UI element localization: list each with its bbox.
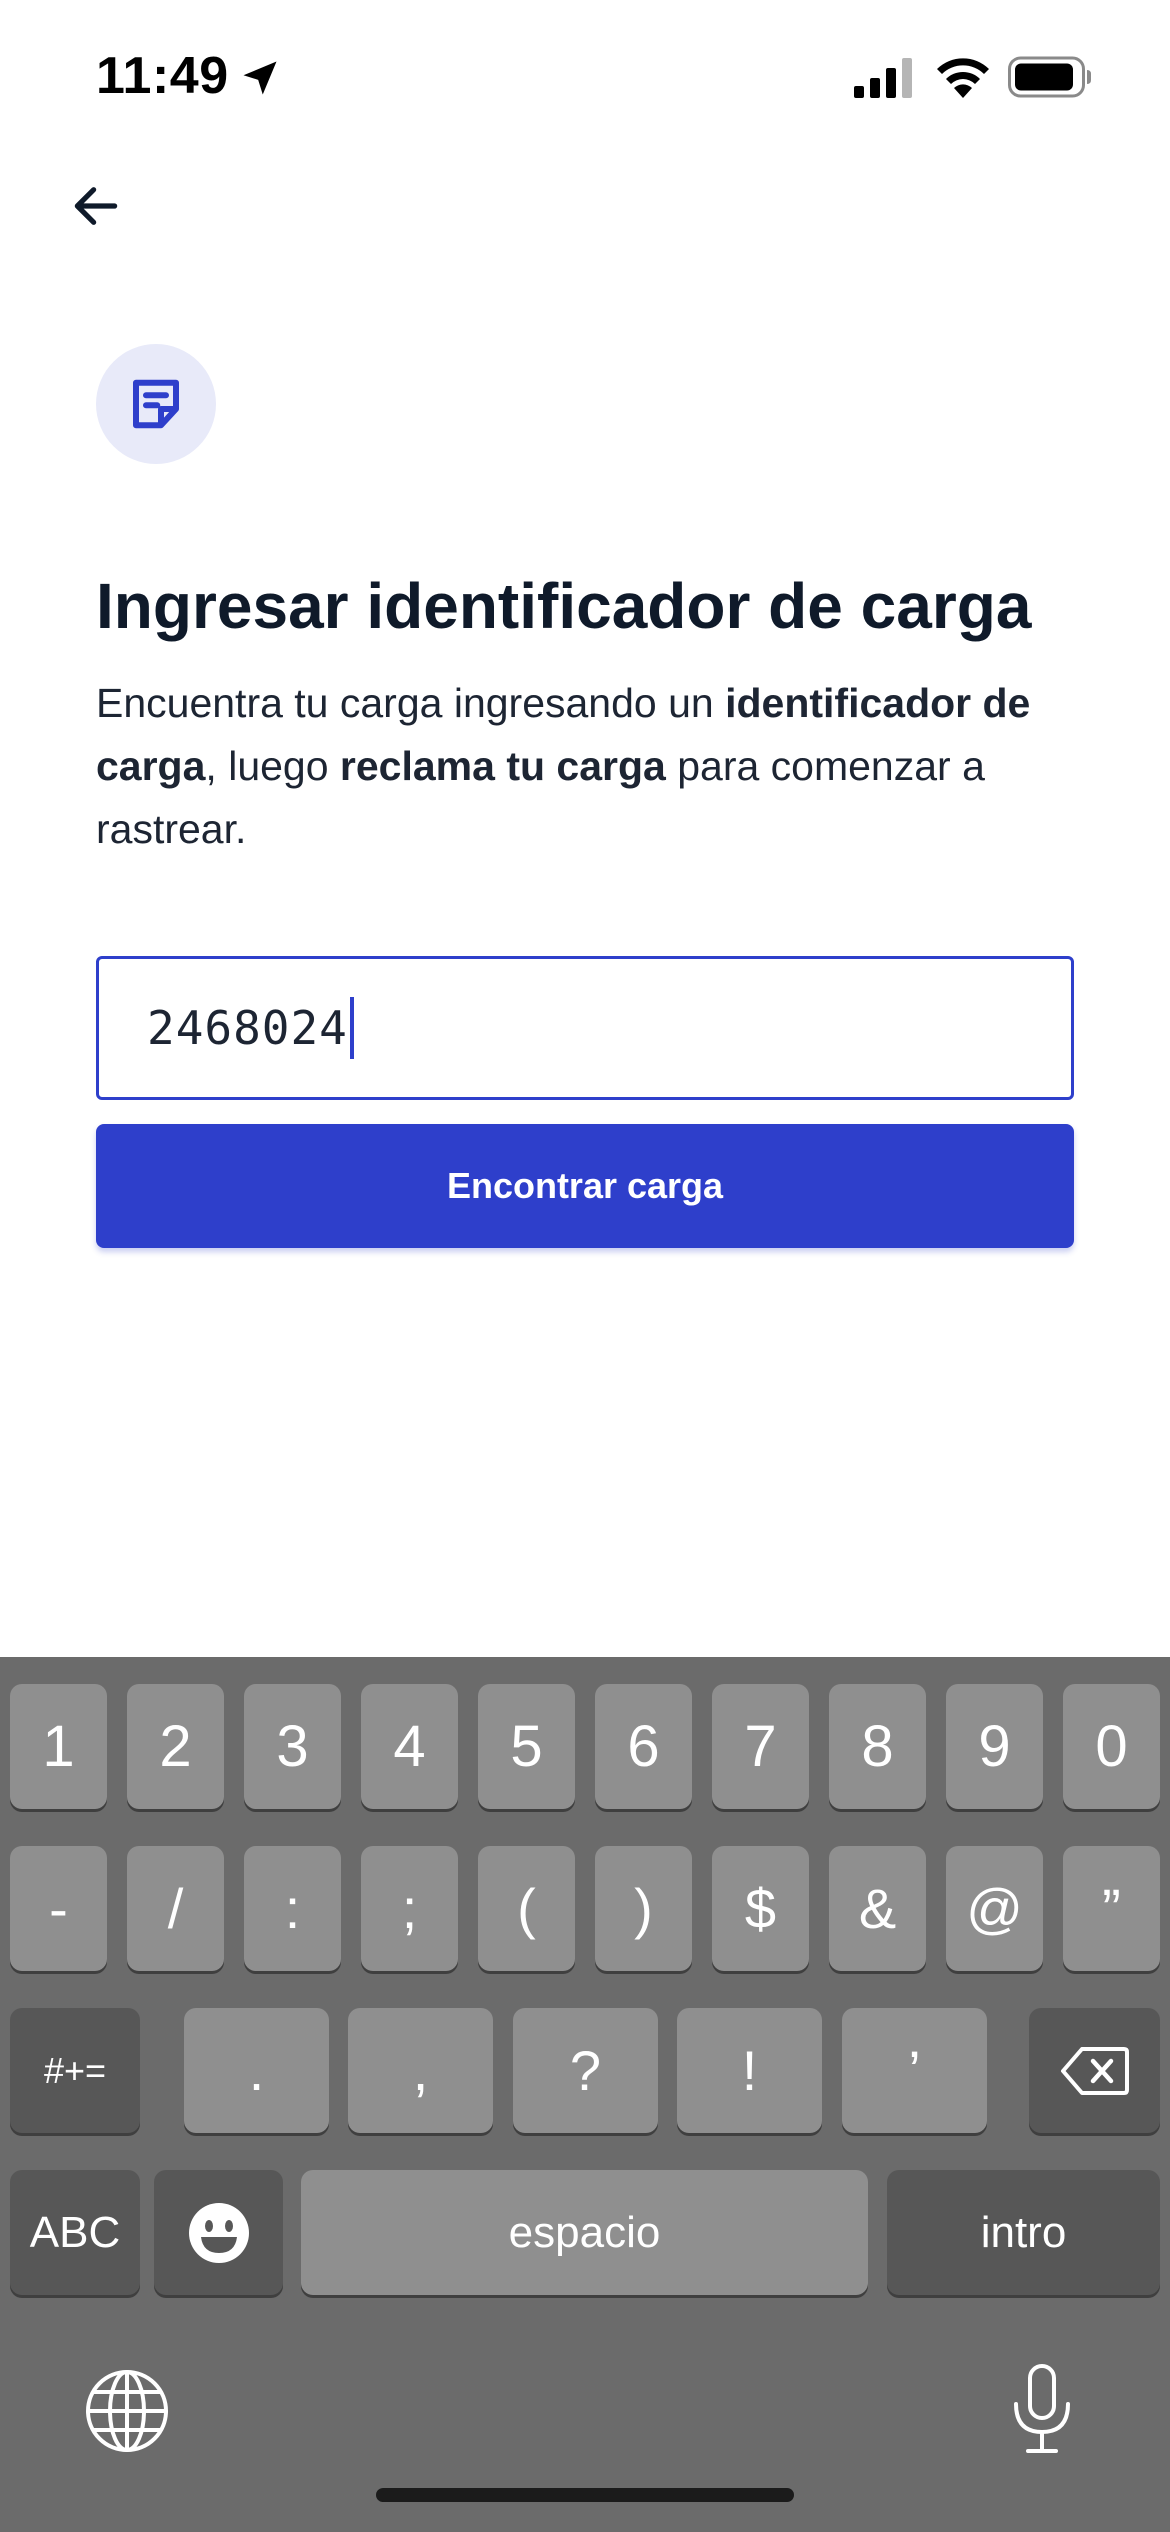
key-dollar[interactable]: $ — [712, 1846, 809, 1971]
key-5[interactable]: 5 — [478, 1684, 575, 1809]
key-at[interactable]: @ — [946, 1846, 1043, 1971]
key-0[interactable]: 0 — [1063, 1684, 1160, 1809]
status-bar: 11:49 — [0, 0, 1170, 150]
emoji-icon — [188, 2202, 249, 2263]
key-4[interactable]: 4 — [361, 1684, 458, 1809]
load-id-input-value: 2468024 — [147, 1001, 348, 1055]
emoji-key[interactable] — [154, 2170, 283, 2295]
key-paren-close[interactable]: ) — [595, 1846, 692, 1971]
space-key[interactable]: espacio — [301, 2170, 868, 2295]
key-paren-open[interactable]: ( — [478, 1846, 575, 1971]
home-indicator — [376, 2488, 794, 2502]
back-button[interactable] — [58, 168, 134, 244]
key-2[interactable]: 2 — [127, 1684, 224, 1809]
key-quote[interactable]: ” — [1063, 1846, 1160, 1971]
delete-key[interactable] — [1029, 2008, 1160, 2133]
text-caret — [349, 997, 354, 1059]
key-3[interactable]: 3 — [244, 1684, 341, 1809]
microphone-icon[interactable] — [1006, 2362, 1078, 2456]
key-comma[interactable]: , — [348, 2008, 493, 2133]
find-load-button[interactable]: Encontrar carga — [96, 1124, 1074, 1248]
key-exclamation[interactable]: ! — [677, 2008, 822, 2133]
return-key[interactable]: intro — [887, 2170, 1160, 2295]
key-1[interactable]: 1 — [10, 1684, 107, 1809]
document-badge — [96, 344, 216, 464]
key-more-symbols[interactable]: #+= — [10, 2008, 140, 2133]
key-ampersand[interactable]: & — [829, 1846, 926, 1971]
key-colon[interactable]: : — [244, 1846, 341, 1971]
load-id-input[interactable]: 2468024 — [96, 956, 1074, 1100]
arrow-left-icon — [74, 187, 118, 225]
page-description: Encuentra tu carga ingresando un identif… — [96, 672, 1096, 861]
wifi-icon — [937, 58, 989, 98]
key-6[interactable]: 6 — [595, 1684, 692, 1809]
key-slash[interactable]: / — [127, 1846, 224, 1971]
key-apostrophe[interactable]: ’ — [842, 2008, 987, 2133]
globe-icon[interactable] — [84, 2368, 170, 2454]
status-time: 11:49 — [96, 47, 229, 105]
delete-icon — [1060, 2046, 1129, 2095]
key-abc[interactable]: ABC — [10, 2170, 140, 2295]
description-text-2: , luego — [205, 743, 340, 789]
document-icon — [133, 379, 179, 429]
key-9[interactable]: 9 — [946, 1684, 1043, 1809]
key-question[interactable]: ? — [513, 2008, 658, 2133]
battery-icon — [1008, 56, 1091, 98]
description-text-1: Encuentra tu carga ingresando un — [96, 680, 726, 726]
key-8[interactable]: 8 — [829, 1684, 926, 1809]
description-bold-claim: reclama tu carga — [339, 743, 666, 789]
key-7[interactable]: 7 — [712, 1684, 809, 1809]
key-hyphen[interactable]: - — [10, 1846, 107, 1971]
key-period[interactable]: . — [184, 2008, 329, 2133]
location-arrow-icon — [243, 61, 277, 95]
key-semicolon[interactable]: ; — [361, 1846, 458, 1971]
cellular-signal-icon — [854, 58, 912, 98]
page-title: Ingresar identificador de carga — [96, 570, 1032, 642]
